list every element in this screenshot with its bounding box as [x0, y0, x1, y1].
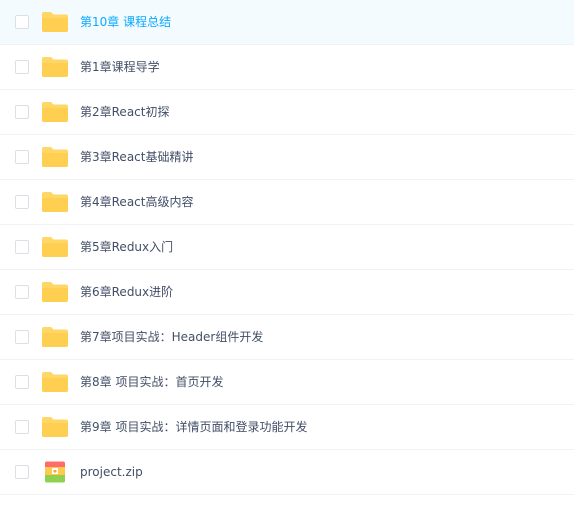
file-name[interactable]: 第4章React高级内容: [80, 180, 193, 224]
folder-icon: [41, 56, 69, 78]
file-row-folder[interactable]: 第8章 项目实战：首页开发: [0, 360, 574, 405]
row-checkbox[interactable]: [15, 150, 29, 164]
file-name[interactable]: 第1章课程导学: [80, 45, 160, 89]
file-row-folder[interactable]: 第3章React基础精讲: [0, 135, 574, 180]
folder-icon: [41, 281, 69, 303]
file-name[interactable]: project.zip: [80, 450, 143, 494]
folder-icon: [41, 371, 69, 393]
file-row-folder[interactable]: 第9章 项目实战：详情页面和登录功能开发: [0, 405, 574, 450]
folder-icon: [41, 236, 69, 258]
file-name[interactable]: 第6章Redux进阶: [80, 270, 173, 314]
row-checkbox[interactable]: [15, 105, 29, 119]
folder-icon: [41, 11, 69, 33]
folder-icon: [41, 101, 69, 123]
file-row-folder[interactable]: 第2章React初探: [0, 90, 574, 135]
file-name[interactable]: 第10章 课程总结: [80, 0, 171, 44]
file-row-folder[interactable]: 第6章Redux进阶: [0, 270, 574, 315]
file-row-zip[interactable]: project.zip: [0, 450, 574, 495]
folder-icon: [41, 326, 69, 348]
file-row-folder[interactable]: 第1章课程导学: [0, 45, 574, 90]
folder-icon: [41, 146, 69, 168]
row-checkbox[interactable]: [15, 465, 29, 479]
file-name[interactable]: 第8章 项目实战：首页开发: [80, 360, 223, 404]
file-row-folder[interactable]: 第4章React高级内容: [0, 180, 574, 225]
row-checkbox[interactable]: [15, 420, 29, 434]
file-name[interactable]: 第9章 项目实战：详情页面和登录功能开发: [80, 405, 307, 449]
row-checkbox[interactable]: [15, 60, 29, 74]
zip-archive-icon: [41, 461, 69, 483]
file-row-folder[interactable]: 第5章Redux入门: [0, 225, 574, 270]
file-name[interactable]: 第5章Redux入门: [80, 225, 173, 269]
folder-icon: [41, 416, 69, 438]
row-checkbox[interactable]: [15, 375, 29, 389]
row-checkbox[interactable]: [15, 240, 29, 254]
file-list: 第10章 课程总结 第1章课程导学 第2章React初探 第3章React基础精…: [0, 0, 574, 495]
row-checkbox[interactable]: [15, 15, 29, 29]
file-row-folder[interactable]: 第7章项目实战：Header组件开发: [0, 315, 574, 360]
file-name[interactable]: 第2章React初探: [80, 90, 169, 134]
row-checkbox[interactable]: [15, 195, 29, 209]
folder-icon: [41, 191, 69, 213]
file-name[interactable]: 第3章React基础精讲: [80, 135, 193, 179]
file-row-folder[interactable]: 第10章 课程总结: [0, 0, 574, 45]
file-name[interactable]: 第7章项目实战：Header组件开发: [80, 315, 263, 359]
row-checkbox[interactable]: [15, 330, 29, 344]
row-checkbox[interactable]: [15, 285, 29, 299]
